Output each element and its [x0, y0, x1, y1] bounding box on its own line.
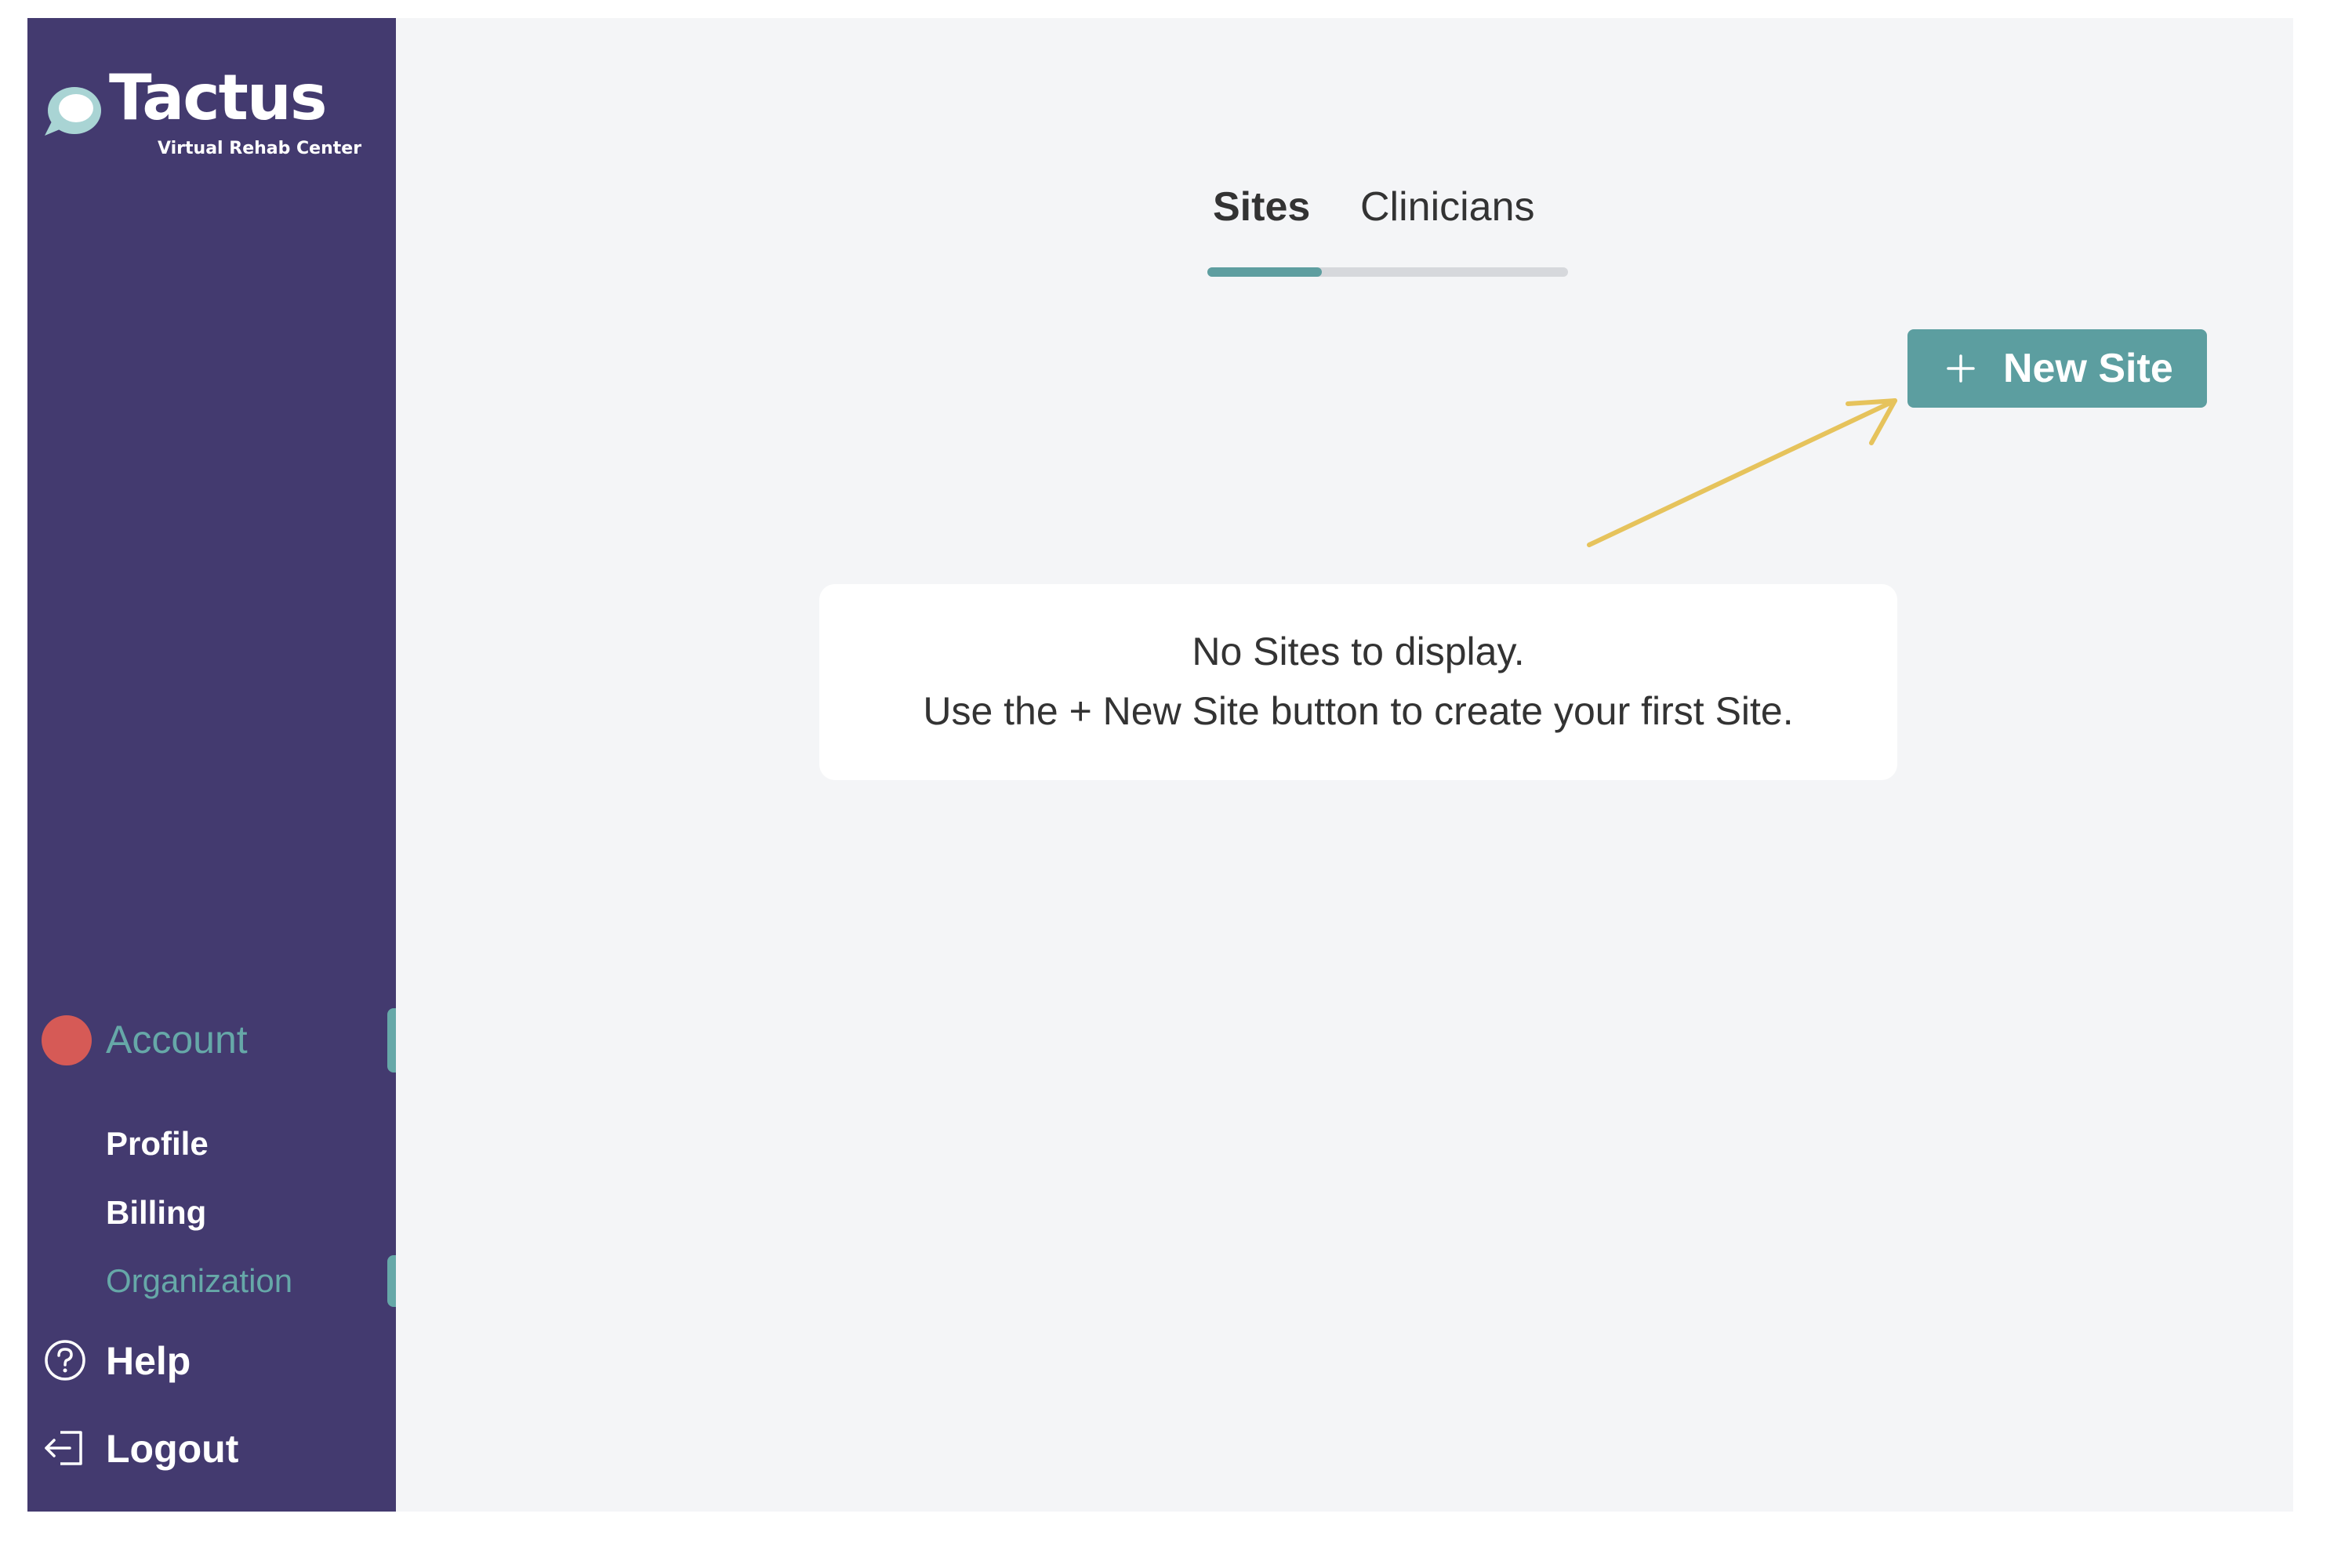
- active-indicator: [387, 1255, 396, 1307]
- sidebar-item-label: Help: [106, 1339, 191, 1383]
- sidebar-item-profile[interactable]: Profile: [106, 1127, 209, 1160]
- tab-clinicians[interactable]: Clinicians: [1360, 183, 1535, 231]
- sidebar-item-label: Organization: [106, 1262, 293, 1299]
- brand-logo[interactable]: Tactus Virtual Rehab Center: [42, 67, 387, 169]
- avatar: [42, 1015, 92, 1065]
- sidebar-item-logout[interactable]: Logout: [42, 1421, 387, 1476]
- sidebar-item-billing[interactable]: Billing: [106, 1196, 206, 1229]
- speech-bubble-logo-icon: [45, 87, 101, 136]
- empty-state-title: No Sites to display.: [1192, 630, 1525, 673]
- empty-state-card: No Sites to display. Use the + New Site …: [819, 584, 1897, 780]
- brand-subtitle: Virtual Rehab Center: [158, 139, 362, 158]
- sidebar-item-label: Account: [106, 1018, 248, 1062]
- plus-icon: [1947, 354, 1975, 383]
- question-circle-icon: [45, 1340, 85, 1381]
- sidebar-item-label: Logout: [106, 1427, 239, 1471]
- new-site-button-label: New Site: [2003, 346, 2173, 391]
- empty-state-hint: Use the + New Site button to create your…: [923, 689, 1794, 733]
- tab-bar: Sites Clinicians: [1180, 183, 1568, 277]
- sidebar-item-account[interactable]: Account: [27, 1008, 396, 1073]
- brand-name: Tactus: [109, 61, 327, 134]
- new-site-button[interactable]: New Site: [1907, 329, 2207, 408]
- annotation-arrow-icon: [1587, 398, 1897, 547]
- tab-sites[interactable]: Sites: [1213, 183, 1310, 231]
- sidebar-item-help[interactable]: Help: [42, 1334, 387, 1388]
- active-indicator: [387, 1008, 396, 1073]
- app-window: Tactus Virtual Rehab Center Account Prof…: [27, 18, 2293, 1512]
- active-tab-indicator: [1207, 267, 1322, 277]
- sidebar-item-organization[interactable]: Organization: [27, 1250, 396, 1313]
- sidebar: Tactus Virtual Rehab Center Account Prof…: [27, 18, 396, 1512]
- logout-icon: [45, 1431, 82, 1465]
